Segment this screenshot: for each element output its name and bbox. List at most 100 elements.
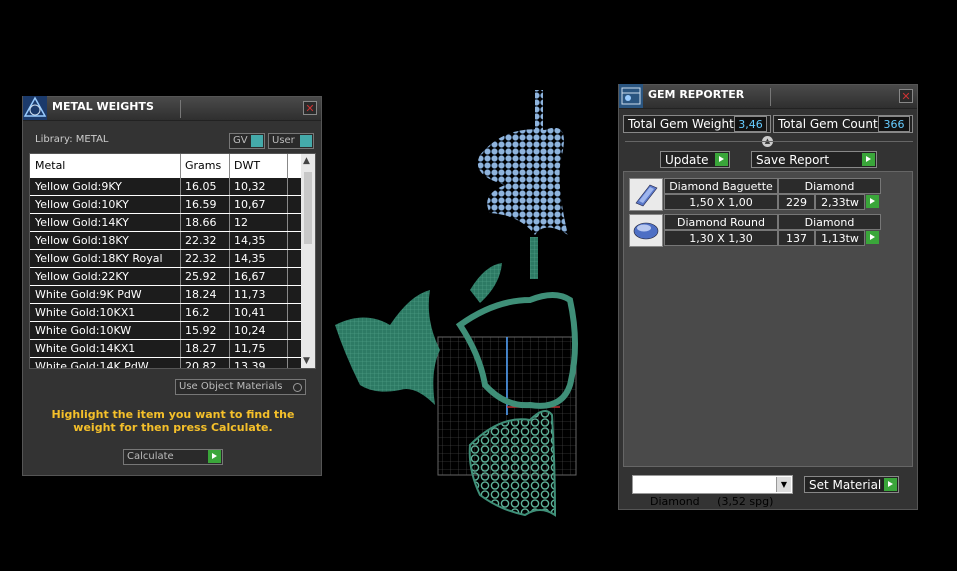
dwt-value: 13,39 [230, 358, 288, 368]
separator-line [625, 141, 913, 142]
play-icon [715, 153, 728, 166]
metal-name: Yellow Gold:10KY [30, 196, 181, 213]
metal-weights-app-icon [23, 96, 47, 120]
user-toggle[interactable]: User [268, 133, 314, 149]
play-icon [208, 450, 221, 463]
dwt-value: 10,41 [230, 304, 288, 321]
gem-size: 1,50 X 1,00 [664, 194, 778, 210]
metal-table-body: Yellow Gold:9KY 16.05 10,32 Yellow Gold:10… [30, 178, 315, 368]
table-row[interactable]: Yellow Gold:9KY 16.05 10,32 [30, 178, 315, 196]
metal-weights-panel: METAL WEIGHTS ✕ Library: METAL GV User M… [22, 96, 322, 476]
table-row[interactable]: Yellow Gold:14KY 18.66 12 [30, 214, 315, 232]
baguette-gem-icon [629, 178, 663, 211]
dwt-value: 10,67 [230, 196, 288, 213]
gem-list: Diamond Baguette Diamond 1,50 X 1,00 229… [623, 171, 913, 467]
dwt-value: 10,24 [230, 322, 288, 339]
gem-material: Diamond [778, 178, 881, 194]
metal-name: Yellow Gold:18KY [30, 232, 181, 249]
gem-row-baguette[interactable]: Diamond Baguette Diamond 1,50 X 1,00 229… [629, 178, 886, 211]
metal-piece-bar [530, 237, 538, 279]
calculate-button[interactable]: Calculate [123, 449, 223, 465]
gem-cluster-body [477, 127, 568, 235]
column-header-grams[interactable]: Grams [181, 154, 230, 178]
scroll-down-icon[interactable]: ▼ [303, 356, 310, 366]
user-toggle-label: User [272, 135, 295, 146]
chevron-down-icon[interactable]: ▼ [776, 477, 791, 492]
radio-circle-icon [293, 383, 302, 392]
play-icon [862, 153, 875, 166]
table-row[interactable]: White Gold:9K PdW 18.24 11,73 [30, 286, 315, 304]
table-row[interactable]: Yellow Gold:10KY 16.59 10,67 [30, 196, 315, 214]
metal-name: White Gold:14K PdW [30, 358, 181, 368]
scroll-up-icon[interactable]: ▲ [303, 156, 310, 166]
round-gem-icon [629, 214, 663, 247]
metal-weights-title: METAL WEIGHTS [52, 100, 181, 118]
gem-name: Diamond Round [664, 214, 778, 230]
table-row[interactable]: Yellow Gold:22KY 25.92 16,67 [30, 268, 315, 286]
grams-value: 16.05 [181, 178, 230, 195]
table-row[interactable]: White Gold:10KW 15.92 10,24 [30, 322, 315, 340]
grams-value: 15.92 [181, 322, 230, 339]
use-object-materials-checkbox[interactable]: Use Object Materials [175, 379, 306, 395]
column-header-metal[interactable]: Metal [30, 154, 181, 178]
metal-table-header: Metal Grams DWT [30, 154, 315, 178]
grams-value: 20.82 [181, 358, 230, 368]
dwt-value: 14,35 [230, 250, 288, 267]
table-row[interactable]: Yellow Gold:18KY 22.32 14,35 [30, 232, 315, 250]
gv-toggle[interactable]: GV [229, 133, 265, 149]
metal-piece-left [335, 290, 440, 405]
metal-weights-titlebar[interactable]: METAL WEIGHTS ✕ [23, 96, 321, 121]
user-toggle-indicator-icon [300, 135, 312, 147]
gv-toggle-indicator-icon [251, 135, 263, 147]
dwt-value: 16,67 [230, 268, 288, 285]
gem-material: Diamond [778, 214, 881, 230]
play-icon [884, 478, 897, 491]
update-label: Update [665, 153, 709, 167]
scrollbar-thumb[interactable] [304, 172, 312, 244]
gem-size: 1,30 X 1,30 [664, 230, 778, 246]
use-object-materials-label: Use Object Materials [179, 381, 283, 392]
gem-details-play-icon[interactable] [866, 231, 879, 244]
gem-reporter-app-icon [619, 84, 643, 108]
instruction-text: Highlight the item you want to find the … [51, 408, 295, 434]
calculate-label: Calculate [127, 451, 174, 462]
metal-name: White Gold:10KW [30, 322, 181, 339]
table-row[interactable]: Yellow Gold:18KY Royal 22.32 14,35 [30, 250, 315, 268]
grams-value: 18.66 [181, 214, 230, 231]
gem-reporter-panel: GEM REPORTER ✕ Total Gem Weight 3,46 Tot… [618, 84, 918, 510]
gem-reporter-titlebar[interactable]: GEM REPORTER ✕ [619, 84, 917, 109]
save-report-label: Save Report [756, 153, 830, 167]
grams-value: 16.2 [181, 304, 230, 321]
total-gem-count-value: 366 [878, 116, 910, 132]
set-material-button[interactable]: Set Material [804, 476, 899, 493]
update-button[interactable]: Update [660, 151, 730, 168]
metal-piece-wedge [470, 263, 502, 303]
material-select[interactable]: Diamond (3,52 spg) ▼ [632, 475, 793, 508]
set-material-label: Set Material [809, 478, 882, 492]
library-label: Library: METAL [35, 134, 109, 145]
metal-table-scrollbar[interactable]: ▲ ▼ [301, 154, 315, 368]
metal-name: Yellow Gold:14KY [30, 214, 181, 231]
dwt-value: 12 [230, 214, 288, 231]
dwt-value: 10,32 [230, 178, 288, 195]
gem-name: Diamond Baguette [664, 178, 778, 194]
material-select-value: Diamond (3,52 spg) [650, 495, 774, 508]
gem-column [535, 90, 543, 130]
column-header-dwt[interactable]: DWT [230, 154, 288, 178]
metal-name: White Gold:10KX1 [30, 304, 181, 321]
table-row[interactable]: White Gold:14KX1 18.27 11,75 [30, 340, 315, 358]
save-report-button[interactable]: Save Report [751, 151, 877, 168]
gem-reporter-close-button[interactable]: ✕ [899, 89, 913, 103]
table-row[interactable]: White Gold:14K PdW 20.82 13,39 [30, 358, 315, 368]
gem-weight: 1,13tw [815, 230, 865, 246]
dwt-value: 11,75 [230, 340, 288, 357]
grams-value: 18.24 [181, 286, 230, 303]
gem-row-round[interactable]: Diamond Round Diamond 1,30 X 1,30 137 1,… [629, 214, 886, 247]
gem-count: 137 [778, 230, 815, 246]
gem-details-play-icon[interactable] [866, 195, 879, 208]
grams-value: 18.27 [181, 340, 230, 357]
table-row[interactable]: White Gold:10KX1 16.2 10,41 [30, 304, 315, 322]
metal-weights-close-button[interactable]: ✕ [303, 101, 317, 115]
viewport-3d-model[interactable] [330, 85, 610, 525]
metal-name: White Gold:9K PdW [30, 286, 181, 303]
